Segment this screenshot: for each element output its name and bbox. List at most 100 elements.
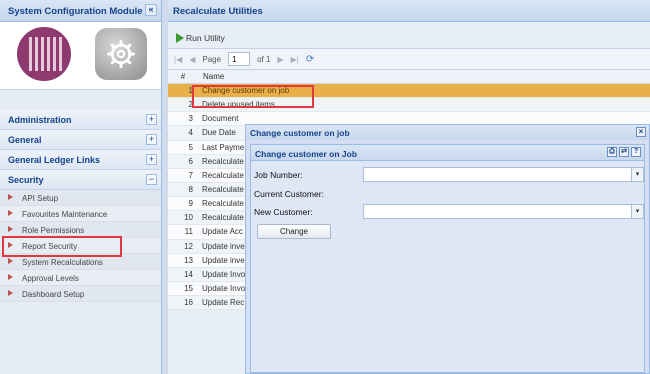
column-header-number[interactable]: # — [168, 70, 198, 83]
print-icon[interactable]: ⎙ — [607, 147, 617, 157]
arrow-right-icon — [8, 210, 13, 216]
nav-item-label: API Setup — [22, 194, 59, 203]
last-page-icon[interactable]: ▶| — [291, 55, 299, 64]
row-name: Document — [202, 114, 239, 124]
change-button[interactable]: Change — [257, 224, 331, 239]
row-name: Update Rec — [202, 298, 245, 308]
first-page-icon[interactable]: |◀ — [174, 55, 182, 64]
page-number-input[interactable] — [228, 52, 251, 66]
expand-icon[interactable]: + — [146, 154, 157, 165]
row-number: 5 — [188, 142, 193, 152]
row-name: Recalculate — [202, 199, 244, 209]
collapse-icon[interactable]: − — [146, 174, 157, 185]
nav-item-label: Role Permissions — [22, 226, 85, 235]
grid-header: # Name — [168, 70, 650, 84]
run-arrow-icon — [176, 33, 184, 43]
form-panel-header: Change customer on Job ⎙ ⇄ ? — [251, 145, 644, 161]
row-number: 6 — [188, 156, 193, 166]
toolbar: Run Utility — [168, 22, 650, 48]
left-panel-title: System Configuration Module — [8, 6, 143, 17]
row-name: Recalculate — [202, 156, 244, 166]
dialog-form-panel: Change customer on Job ⎙ ⇄ ? Job Number:… — [250, 144, 645, 373]
section-general-ledger-links[interactable]: General Ledger Links + — [0, 150, 161, 170]
nav-item-label: Approval Levels — [22, 274, 79, 283]
dialog-titlebar[interactable]: Change customer on job × — [246, 125, 649, 140]
row-number: 12 — [184, 241, 193, 251]
left-panel: System Configuration Module « Administra… — [0, 0, 162, 374]
row-name: Recalculate — [202, 184, 244, 194]
right-panel-title: Recalculate Utilities — [173, 6, 263, 17]
help-icon[interactable]: ? — [631, 147, 641, 157]
arrow-right-icon — [8, 274, 13, 280]
arrow-right-icon — [8, 258, 13, 264]
job-number-combo[interactable]: ▾ — [363, 167, 644, 182]
chevron-down-icon[interactable]: ▾ — [631, 205, 643, 218]
row-number: 8 — [188, 184, 193, 194]
arrow-right-icon — [8, 194, 13, 200]
row-name: Update Invo — [202, 283, 246, 293]
row-number: 10 — [184, 213, 193, 223]
section-administration[interactable]: Administration + — [0, 110, 161, 130]
row-name: Update inve — [202, 241, 245, 251]
left-panel-header: System Configuration Module « — [0, 0, 161, 22]
dialog-title: Change customer on job — [250, 128, 350, 138]
logo-area — [0, 22, 161, 90]
column-header-name[interactable]: Name — [198, 70, 224, 83]
next-page-icon[interactable]: ▶ — [277, 55, 283, 64]
new-customer-combo[interactable]: ▾ — [363, 204, 644, 219]
row-name: Update inve — [202, 255, 245, 265]
form-panel-title: Change customer on Job — [255, 149, 358, 159]
nav-item-label: Dashboard Setup — [22, 290, 85, 299]
row-number: 3 — [188, 114, 193, 124]
job-number-label: Job Number: — [254, 170, 303, 180]
section-label: General — [8, 135, 42, 145]
page-count: of 1 — [257, 54, 271, 64]
settings-gear-icon — [95, 28, 147, 80]
chevron-down-icon[interactable]: ▾ — [631, 168, 643, 181]
expand-icon[interactable]: + — [146, 134, 157, 145]
nav-item-dashboard-setup[interactable]: Dashboard Setup — [0, 286, 161, 302]
paging-toolbar: |◀ ◀ Page of 1 ▶ ▶| ⟳ — [168, 48, 650, 70]
section-label: Administration — [8, 115, 72, 125]
row-number: 14 — [184, 269, 193, 279]
row-name: Recalculate — [202, 170, 244, 180]
arrow-right-icon — [8, 226, 13, 232]
prev-page-icon[interactable]: ◀ — [189, 55, 195, 64]
row-number: 4 — [188, 128, 193, 138]
row-name: Update Acc — [202, 227, 243, 237]
nav-item-favourites-maintenance[interactable]: Favourites Maintenance — [0, 206, 161, 222]
row-number: 13 — [184, 255, 193, 265]
right-panel-header: Recalculate Utilities — [168, 0, 650, 22]
page-label: Page — [202, 54, 222, 64]
nav-item-label: System Recalculations — [22, 258, 103, 267]
run-utility-button[interactable]: Run Utility — [176, 33, 225, 43]
row-number: 9 — [188, 199, 193, 209]
row-number: 11 — [184, 227, 193, 237]
new-customer-label: New Customer: — [254, 207, 313, 217]
section-security[interactable]: Security − — [0, 170, 161, 190]
row-number: 15 — [184, 283, 193, 293]
row-number: 7 — [188, 170, 193, 180]
highlight-system-recalculations — [2, 236, 122, 257]
close-icon[interactable]: × — [636, 127, 646, 137]
row-number: 16 — [184, 298, 193, 308]
row-name: Due Date — [202, 128, 236, 138]
nav-item-label: Favourites Maintenance — [22, 210, 108, 219]
brand-logo — [17, 27, 71, 81]
expand-icon[interactable]: + — [146, 114, 157, 125]
swap-icon[interactable]: ⇄ — [619, 147, 629, 157]
nav-item-api-setup[interactable]: API Setup — [0, 190, 161, 206]
refresh-icon[interactable]: ⟳ — [306, 54, 314, 65]
nav-item-approval-levels[interactable]: Approval Levels — [0, 270, 161, 286]
section-label: Security — [8, 175, 44, 185]
section-label: General Ledger Links — [8, 155, 101, 165]
row-name: Recalculate — [202, 213, 244, 223]
arrow-right-icon — [8, 290, 13, 296]
highlight-selected-utility — [192, 85, 314, 108]
collapse-panel-icon[interactable]: « — [145, 4, 157, 16]
run-utility-label: Run Utility — [186, 33, 225, 43]
change-customer-dialog: Change customer on job × Change customer… — [245, 124, 650, 374]
row-name: Update Invo — [202, 269, 246, 279]
section-general[interactable]: General + — [0, 130, 161, 150]
row-name: Last Payme — [202, 142, 245, 152]
